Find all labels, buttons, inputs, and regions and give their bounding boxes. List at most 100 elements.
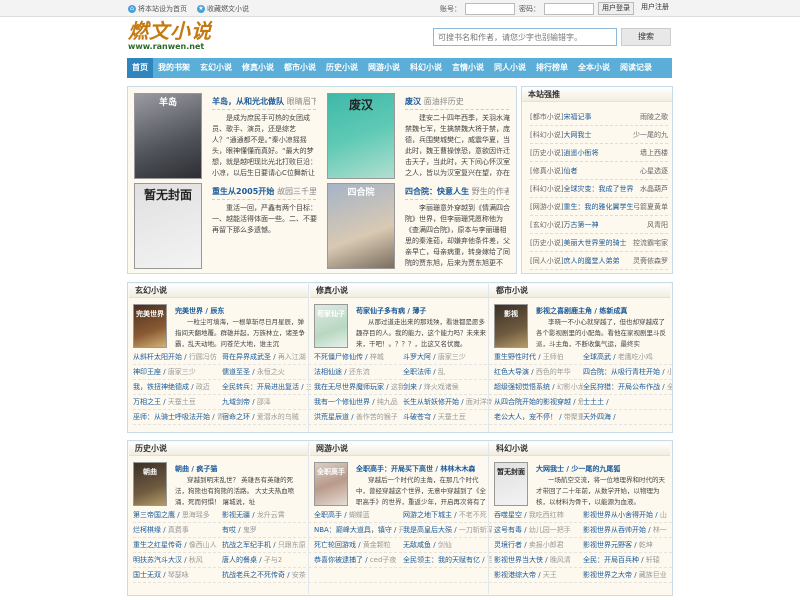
list-item[interactable]: 重生之红星传奇 / 像西山人	[133, 538, 222, 552]
recommend-row[interactable]: [同人小说]庶人的魔堂人弟弟 灵斋依森罗	[530, 253, 668, 270]
list-item[interactable]: 法相仙途 / 还东流	[314, 365, 403, 379]
list-item[interactable]: 斗罗大阿 / 唐家三少	[403, 350, 492, 364]
list-item[interactable]: 全民：开局百兵种 / 轩辕	[583, 553, 672, 567]
list-item[interactable]: 影视世界之大帝 / 藏族巨业	[583, 568, 672, 582]
featured-title[interactable]: 羊岛，从和光北做队 眼睛眉下	[212, 96, 316, 107]
set-homepage-link[interactable]: ⌂ 将本站设为首页	[128, 4, 187, 14]
list-item[interactable]: 红色大导演 / 西色的年华	[494, 365, 583, 379]
list-item[interactable]: 士土土 /	[583, 395, 672, 409]
recommend-book[interactable]: 美丽大世界里的骑士	[563, 239, 626, 247]
list-item[interactable]: 巫师：从骑士呼吸法开始 / 青布衫	[133, 410, 222, 424]
list-item[interactable]: 我在无尽世界魔师玩家 / 这我叫好天	[314, 380, 403, 394]
featured-author[interactable]: 故园三千里	[277, 187, 316, 196]
list-item[interactable]: 这号有毒 / 幼儿园一把手	[494, 523, 583, 537]
recommend-author[interactable]: 弓箭夏黄单	[633, 199, 668, 215]
featured-author[interactable]: 野生的作者	[472, 187, 509, 196]
section-book-title[interactable]: 大网我士 / 少一尾的九尾狐	[536, 464, 620, 474]
list-item[interactable]: 我，铁扭神绝德成 / 政迈	[133, 380, 222, 394]
section-title[interactable]: 科幻小说	[490, 442, 670, 456]
section-book-title[interactable]: 影视之喜剧鹿主角 / 练新成真	[536, 306, 627, 316]
nav-item-9[interactable]: 同人小说	[489, 58, 531, 78]
nav-item-7[interactable]: 科幻小说	[405, 58, 447, 78]
featured-book-title[interactable]: 重生从2005开始	[212, 187, 274, 196]
list-item[interactable]: 影视无疆 / 龙升云霄	[222, 508, 311, 522]
list-item[interactable]: 从四合院开始的影视穿越 / 危机处理游戏	[494, 395, 583, 409]
recommend-author[interactable]: 控流霸宅家	[633, 235, 668, 251]
featured-cover[interactable]: 暂无封面	[134, 183, 202, 269]
recommend-book[interactable]: 庶人的魔堂人弟弟	[563, 257, 619, 265]
nav-item-4[interactable]: 都市小说	[279, 58, 321, 78]
list-item[interactable]: NBA：巅峰大道具，镇守 / 开局一座修心院	[314, 523, 403, 537]
list-item[interactable]: 国士无双 / 琴瑟咏	[133, 568, 222, 582]
list-item[interactable]: 儒道至圣 / 永恒之火	[222, 365, 311, 379]
list-item[interactable]: 剑来 / 烽火戏诸侯	[403, 380, 492, 394]
recommend-row[interactable]: [都市小说]宋福记事 雨陵之歌	[530, 109, 668, 126]
list-item[interactable]: 网游之地下城主 / 不老不死	[403, 508, 492, 522]
section-cover[interactable]: 影视	[494, 304, 528, 348]
featured-book-title[interactable]: 废汉	[405, 97, 421, 106]
nav-item-12[interactable]: 阅读记录	[615, 58, 657, 78]
section-title[interactable]: 都市小说	[490, 284, 670, 298]
featured-cover[interactable]: 四合院	[327, 183, 395, 269]
recommend-book[interactable]: 全球灾变：我成了世界	[563, 185, 633, 193]
section-cover[interactable]: 苟家仙子	[314, 304, 348, 348]
list-item[interactable]: 四合院：从吸行青柱开始 / 小	[583, 365, 672, 379]
list-item[interactable]: 抗战老兵之不死传奇 / 安茶	[222, 568, 311, 582]
list-item[interactable]: 有哎 / 鬼罗	[222, 523, 311, 537]
recommend-author[interactable]: 灵斋依森罗	[633, 253, 668, 269]
recommend-row[interactable]: [科幻小说]全球灾变：我成了世界 水晶葫芦	[530, 181, 668, 198]
nav-item-11[interactable]: 全本小说	[573, 58, 615, 78]
search-input[interactable]	[433, 28, 617, 46]
list-item[interactable]: 无敌咸鱼 / 剑仙	[403, 538, 492, 552]
list-item[interactable]: 全职法师 / 乱	[403, 365, 492, 379]
list-item[interactable]: 烂柯棋缘 / 真费事	[133, 523, 222, 537]
list-item[interactable]: 天外四海 /	[583, 410, 672, 424]
list-item[interactable]: 重生野性时代 / 王师伯	[494, 350, 583, 364]
login-button[interactable]: 用户登录	[598, 2, 634, 15]
list-item[interactable]: 洪荒星辰道 / 善作苦的猴子	[314, 410, 403, 424]
list-item[interactable]: 全民转兵：开局进出复活 / 三水兵	[222, 380, 311, 394]
nav-item-2[interactable]: 玄幻小说	[195, 58, 237, 78]
list-item[interactable]: 从斜杆太阳开始 / 行圆冯仿	[133, 350, 222, 364]
section-book-title[interactable]: 全职高手：开局买下高世 / 林林木木森	[356, 464, 475, 474]
register-button[interactable]: 用户注册	[638, 2, 672, 15]
list-item[interactable]: 全球高武 / 老鹰吃小鸡	[583, 350, 672, 364]
section-title[interactable]: 网游小说	[310, 442, 490, 456]
featured-cover[interactable]: 羊岛	[134, 93, 202, 179]
list-item[interactable]: 全民领主：我的天赋有亿 / 百战金孤战争	[403, 553, 492, 567]
list-item[interactable]: 万相之王 / 天蚕土豆	[133, 395, 222, 409]
password-input[interactable]	[544, 2, 594, 15]
section-book-title[interactable]: 苟家仙子多有病 / 薄子	[356, 306, 426, 316]
recommend-row[interactable]: [玄幻小说]万古第一神 风青阳	[530, 217, 668, 234]
list-item[interactable]: 死亡轮回游戏 / 黄金颗粒	[314, 538, 403, 552]
list-item[interactable]: 哥在异界成武圣 / 再入江湖	[222, 350, 311, 364]
recommend-author[interactable]: 水晶葫芦	[640, 181, 668, 197]
recommend-author[interactable]: 风青阳	[647, 217, 668, 233]
list-item[interactable]: 不死僵尸修仙传 / 梓城	[314, 350, 403, 364]
nav-item-1[interactable]: 我的书架	[153, 58, 195, 78]
list-item[interactable]: 宿命之环 / 爱潜水的乌贼	[222, 410, 311, 424]
list-item[interactable]: 吞噬星空 / 我吃西红柿	[494, 508, 583, 522]
list-item[interactable]: 我有一个修仙世界 / 纯九品	[314, 395, 403, 409]
list-item[interactable]: 长生从斩妖修开始 / 面对洋新	[403, 395, 492, 409]
recommend-book[interactable]: 逍遥小衙将	[563, 149, 598, 157]
list-item[interactable]: 灵境行者 / 卖报小郎君	[494, 538, 583, 552]
list-item[interactable]: 影视世界从小舍得开始 / 山	[583, 508, 672, 522]
section-cover[interactable]: 暂无封面	[494, 462, 528, 506]
list-item[interactable]: 影视世界从吞帅开始 / 林一	[583, 523, 672, 537]
featured-author[interactable]: 面油拌历史	[424, 97, 464, 106]
featured-author[interactable]: 眼睛眉下	[287, 97, 316, 106]
featured-title[interactable]: 废汉 面油拌历史	[405, 96, 464, 107]
list-item[interactable]: 超级强韧觉悟系统 / 幻影小龙	[494, 380, 583, 394]
recommend-author[interactable]: 雨陵之歌	[640, 109, 668, 125]
section-cover[interactable]: 全职高手	[314, 462, 348, 506]
nav-item-8[interactable]: 言情小说	[447, 58, 489, 78]
nav-item-5[interactable]: 历史小说	[321, 58, 363, 78]
list-item[interactable]: 神印王座 / 唐家三少	[133, 365, 222, 379]
featured-title[interactable]: 重生从2005开始 故园三千里	[212, 186, 316, 197]
recommend-author[interactable]: 少一尾的九	[633, 127, 668, 143]
recommend-row[interactable]: [修真小说]仙者 心星选逐	[530, 163, 668, 180]
section-book-title[interactable]: 朝曲 / 疯子猫	[175, 464, 217, 474]
recommend-book[interactable]: 万古第一神	[563, 221, 598, 229]
recommend-book[interactable]: 宋福记事	[563, 113, 591, 121]
